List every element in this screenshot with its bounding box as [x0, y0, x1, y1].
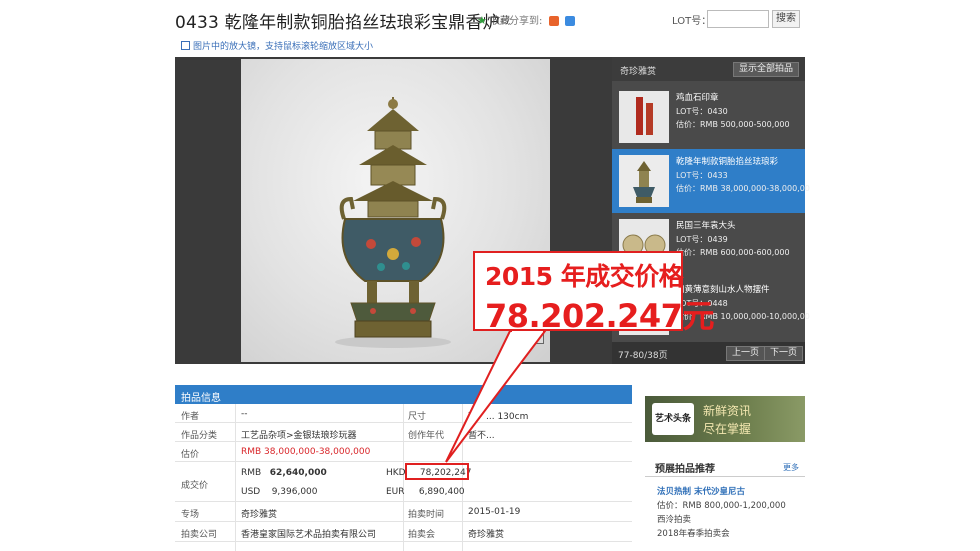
recommend-section: 预展拍品推荐 更多 法贝热制 末代沙皇尼古 估价：RMB 800,000-1,2… [645, 455, 805, 551]
favorite-button[interactable]: ★ 收藏 [477, 12, 510, 27]
panel-title: 奇珍雅赏 [620, 67, 657, 77]
lot-item-text: 民国三年袁大头 LOT号：0439 估价：RMB 600,000-600,000 [676, 220, 790, 259]
lot-info-table: 拍品信息 作者 -- 尺寸 高：... 130cm 作品分类 工艺品杂项>金银珐… [175, 385, 632, 551]
date-value: 2015-01-19 [468, 507, 521, 517]
usd-label: USD [241, 487, 261, 497]
callout-line1: 2015 年成交价格 [485, 262, 684, 291]
author-label: 作者 [181, 412, 200, 422]
eur-value: 6,890,400 [418, 487, 465, 497]
share-label: 分享到: [509, 16, 543, 27]
callout-line2: 78.202.247元 [485, 297, 714, 335]
panel-pager: 77-80/38页 上一页 下一页 [612, 342, 805, 364]
rmb-label: RMB [241, 468, 262, 478]
rmb-value: 62,640,000 [269, 468, 327, 478]
lot-item-name: 鸡血石印章 [676, 93, 719, 103]
weibo-share-icon[interactable] [548, 16, 559, 26]
price-callout: 2015 年成交价格 78.202.247元 [473, 251, 714, 335]
year-value: 暂不... [468, 431, 495, 441]
lot-item-text: 乾隆年制款铜胎掐丝珐琅彩 LOT号：0433 估价：RMB 38,000,000… [676, 156, 810, 195]
recommend-item[interactable]: 法贝热制 末代沙皇尼古 估价：RMB 800,000-1,200,000 西泠拍… [657, 485, 786, 541]
estimate-value: RMB 38,000,000-38,000,000 [241, 447, 371, 457]
page-title: 0433 乾隆年制款铜胎掐丝珐琅彩宝鼎香炉 [175, 13, 500, 33]
lot-item-text: 鸡血石印章 LOT号：0430 估价：RMB 500,000-500,000 [676, 92, 790, 131]
next-page-button[interactable]: 下一页 [764, 346, 804, 361]
ad-logo: 艺术头条 [652, 403, 694, 435]
year-label: 创作年代 [408, 431, 445, 441]
eur-label: EUR [386, 487, 405, 497]
table-row: 作品分类 工艺品杂项>金银珐琅珍玩器 创作年代 暂不... [175, 423, 632, 442]
panel-header: 奇珍雅赏 显示全部拍品 [612, 57, 805, 81]
lot-item-name: 民国三年袁大头 [676, 221, 736, 231]
star-icon: ★ [477, 14, 487, 27]
lot-thumbnail [619, 91, 669, 143]
auction-value[interactable]: 奇珍雅赏 [468, 527, 504, 540]
session-value[interactable]: 奇珍雅赏 [241, 507, 277, 520]
lot-thumbnail [619, 155, 669, 207]
recommend-header: 预展拍品推荐 更多 [645, 455, 805, 477]
size-label: 尺寸 [408, 412, 427, 422]
table-row: 作者 -- 尺寸 高：... 130cm [175, 404, 632, 423]
recommend-item-name[interactable]: 法贝热制 末代沙皇尼古 [657, 485, 786, 499]
show-all-button[interactable]: 显示全部拍品 [732, 62, 799, 77]
zoom-hint: 图片中的放大镜，支持鼠标滚轮缩放区域大小 [181, 39, 373, 52]
lot-item-name: 乾隆年制款铜胎掐丝珐琅彩 [676, 157, 779, 167]
deal-price-label: 成交价 [181, 481, 209, 491]
estimate-label: 估价 [181, 450, 200, 460]
lot-item-number: LOT号：0439 [676, 235, 728, 244]
more-link[interactable]: 更多 [783, 462, 799, 473]
lot-list-item-active[interactable]: 乾隆年制款铜胎掐丝珐琅彩 LOT号：0433 估价：RMB 38,000,000… [612, 149, 810, 213]
plus-share-icon[interactable] [564, 16, 575, 26]
lot-item-estimate: 估价：RMB 600,000-600,000 [676, 248, 790, 257]
ad-banner[interactable]: 艺术头条 新鲜资讯 尽在掌握 [645, 396, 805, 442]
company-label: 拍卖公司 [181, 530, 218, 540]
info-heading: 拍品信息 [175, 385, 632, 404]
hkd-highlight-box [405, 463, 469, 480]
rmb-price: RMB 62,640,000 [241, 468, 327, 478]
table-row: 成交价 RMB 62,640,000 USD 9,396,000 HKD 78,… [175, 462, 632, 502]
table-row: 拍卖公司 香港皇家国际艺术品拍卖有限公司 拍卖会 奇珍雅赏 [175, 522, 632, 542]
prev-page-button[interactable]: 上一页 [726, 346, 766, 361]
author-value: -- [241, 409, 248, 419]
favorite-label: 收藏 [490, 16, 511, 27]
table-row: 估价 RMB 38,000,000-38,000,000 [175, 442, 632, 462]
lot-search-input[interactable] [707, 10, 769, 28]
size-value: 高：... 130cm [468, 412, 529, 422]
recommend-item-house: 西泠拍卖 [657, 515, 692, 525]
lot-item-estimate: 估价：RMB 38,000,000-38,000,00 [676, 184, 810, 193]
lot-item-estimate: 估价：RMB 500,000-500,000 [676, 120, 790, 129]
date-label: 拍卖时间 [408, 510, 445, 520]
category-value: 工艺品杂项>金银珐琅珍玩器 [241, 431, 357, 441]
eur-price: EUR 6,890,400 [386, 487, 465, 497]
company-value[interactable]: 香港皇家国际艺术品拍卖有限公司 [241, 527, 376, 540]
zoom-hint-text: 图片中的放大镜，支持鼠标滚轮缩放区域大小 [193, 42, 374, 52]
auction-label: 拍卖会 [408, 530, 436, 540]
ad-line2: 尽在掌握 [703, 422, 752, 436]
recommend-title: 预展拍品推荐 [655, 464, 715, 475]
lot-label: LOT号： [672, 16, 712, 27]
recommend-item-estimate: 估价：RMB 800,000-1,200,000 [657, 501, 786, 511]
recommend-item-sale: 2018年春季拍卖会 [657, 529, 730, 539]
hkd-label: HKD [386, 468, 406, 478]
table-row: 专场 奇珍雅赏 拍卖时间 2015-01-19 [175, 502, 632, 522]
usd-value: 9,396,000 [271, 487, 318, 497]
ad-line1: 新鲜资讯 [703, 404, 752, 418]
usd-price: USD 9,396,000 [241, 487, 318, 497]
search-button[interactable]: 搜索 [772, 10, 800, 28]
share-area: 分享到: [509, 12, 575, 27]
page-count: 77-80/38页 [618, 351, 668, 361]
session-label: 专场 [181, 510, 200, 520]
lot-list-item[interactable]: 鸡血石印章 LOT号：0430 估价：RMB 500,000-500,000 [612, 85, 805, 149]
lot-item-number: LOT号：0430 [676, 107, 728, 116]
magnifier-icon [181, 41, 190, 50]
category-label: 作品分类 [181, 431, 218, 441]
lot-item-number: LOT号：0433 [676, 171, 728, 180]
